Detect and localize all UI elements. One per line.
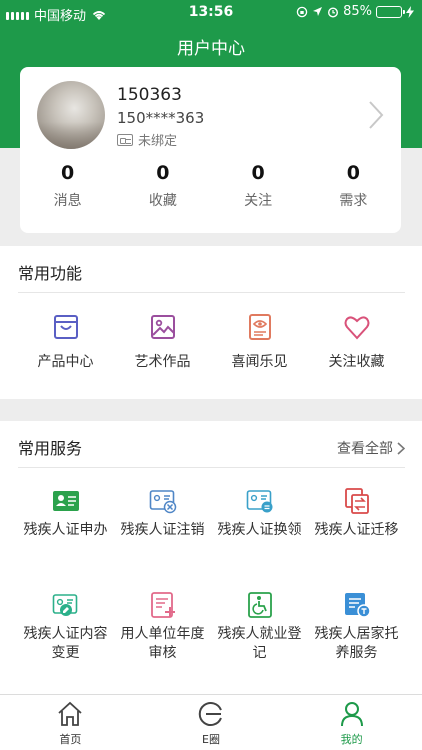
functions-grid: 产品中心 艺术作品 喜闻乐见 关注收藏 [0,312,422,371]
wheelchair-icon [247,592,272,618]
location-icon [313,7,323,16]
chevron-right-icon[interactable] [368,100,384,130]
service-edit-card[interactable]: 残疾人证内容变更 [17,591,114,695]
profile-stats: 0 消息 0 收藏 0 关注 0 需求 [20,162,401,210]
document-badge-icon [344,593,371,618]
func-product-center[interactable]: 产品中心 [17,312,114,371]
chevron-right-icon [397,441,405,455]
service-apply-card[interactable]: 残疾人证申办 [17,487,114,591]
service-annual-review[interactable]: 用人单位年度审核 [114,591,211,695]
orientation-lock-icon [296,6,308,17]
service-label: 残疾人证换领 [217,522,302,538]
stat-following[interactable]: 0 关注 [211,162,306,210]
username: 150363 [117,85,182,105]
picture-icon [150,315,175,339]
tab-label: 我的 [340,733,363,746]
stat-value: 0 [346,162,360,184]
bind-status-label: 未绑定 [138,134,178,149]
profile-icon [340,702,363,727]
id-card-exchange-icon [246,490,272,513]
func-label: 喜闻乐见 [231,354,288,370]
func-favorites[interactable]: 关注收藏 [308,312,405,371]
divider [18,292,405,293]
divider [18,467,405,468]
page-title: 用户中心 [177,39,245,59]
service-label: 残疾人证迁移 [314,522,399,538]
app-root: 中国移动 13:56 85% 用户中心 150363 150****363 未绑… [0,0,422,750]
tab-bar: 首页 E圈 我的 [0,694,422,750]
service-home-care[interactable]: 残疾人居家托养服务 [308,591,405,695]
stat-value: 0 [156,162,170,184]
tab-label: E圈 [202,733,220,746]
tab-mine[interactable]: 我的 [281,695,422,750]
stat-label: 消息 [53,193,82,209]
alarm-icon [328,6,339,18]
id-card-cancel-icon [149,490,176,514]
charging-icon [406,5,414,18]
service-label: 用人单位年度审核 [120,626,205,661]
service-label: 残疾人就业登记 [217,626,302,661]
stat-demands[interactable]: 0 需求 [306,162,401,210]
profile-card[interactable]: 150363 150****363 未绑定 0 消息 0 收藏 0 关注 0 需… [20,67,401,233]
home-icon [58,701,82,726]
func-artworks[interactable]: 艺术作品 [114,312,211,371]
document-eye-icon [248,314,271,340]
stat-label: 需求 [339,193,368,209]
transfer-icon [344,488,369,514]
document-add-icon [150,592,175,618]
e-circle-icon [198,702,222,726]
service-cancel-card[interactable]: 残疾人证注销 [114,487,211,591]
service-label: 残疾人证申办 [23,522,108,538]
id-card-edit-icon [52,594,77,616]
service-exchange-card[interactable]: 残疾人证换领 [211,487,308,591]
stat-value: 0 [251,162,265,184]
battery-percent: 85% [343,4,372,19]
section-title: 常用服务 [18,439,83,458]
service-label: 残疾人证注销 [120,522,205,538]
stat-value: 0 [61,162,75,184]
section-title: 常用功能 [18,264,83,283]
func-news[interactable]: 喜闻乐见 [211,312,308,371]
avatar[interactable] [37,81,105,149]
service-label: 残疾人证内容变更 [23,626,108,661]
services-section: 常用服务 查看全部 残疾人证申办 残疾人证注销 残疾人证换领 残疾人证迁移 残疾… [0,421,422,694]
stat-favorites[interactable]: 0 收藏 [115,162,210,210]
phone-number: 150****363 [117,109,205,127]
tab-home[interactable]: 首页 [0,695,141,750]
services-grid: 残疾人证申办 残疾人证注销 残疾人证换领 残疾人证迁移 残疾人证内容变更 用人单… [17,487,405,695]
id-card-icon [117,133,133,146]
func-label: 关注收藏 [328,354,385,370]
battery-icon [376,5,405,18]
view-all-link[interactable]: 查看全部 [337,438,405,458]
shopping-bag-icon [53,315,78,339]
tab-label: 首页 [59,733,82,746]
func-label: 产品中心 [37,354,94,370]
func-label: 艺术作品 [134,354,191,370]
bind-status: 未绑定 [117,130,177,149]
service-transfer-card[interactable]: 残疾人证迁移 [308,487,405,591]
stat-label: 关注 [244,193,273,209]
functions-section: 常用功能 产品中心 艺术作品 喜闻乐见 关注收藏 [0,246,422,399]
service-employment[interactable]: 残疾人就业登记 [211,591,308,695]
id-card-icon [52,491,79,511]
view-all-label: 查看全部 [337,441,393,457]
stat-messages[interactable]: 0 消息 [20,162,115,210]
service-label: 残疾人居家托养服务 [314,626,399,661]
status-bar: 中国移动 13:56 85% [0,0,422,26]
heart-icon [344,316,369,340]
stat-label: 收藏 [148,193,177,209]
status-right: 85% [296,4,414,19]
tab-e-circle[interactable]: E圈 [141,695,282,750]
